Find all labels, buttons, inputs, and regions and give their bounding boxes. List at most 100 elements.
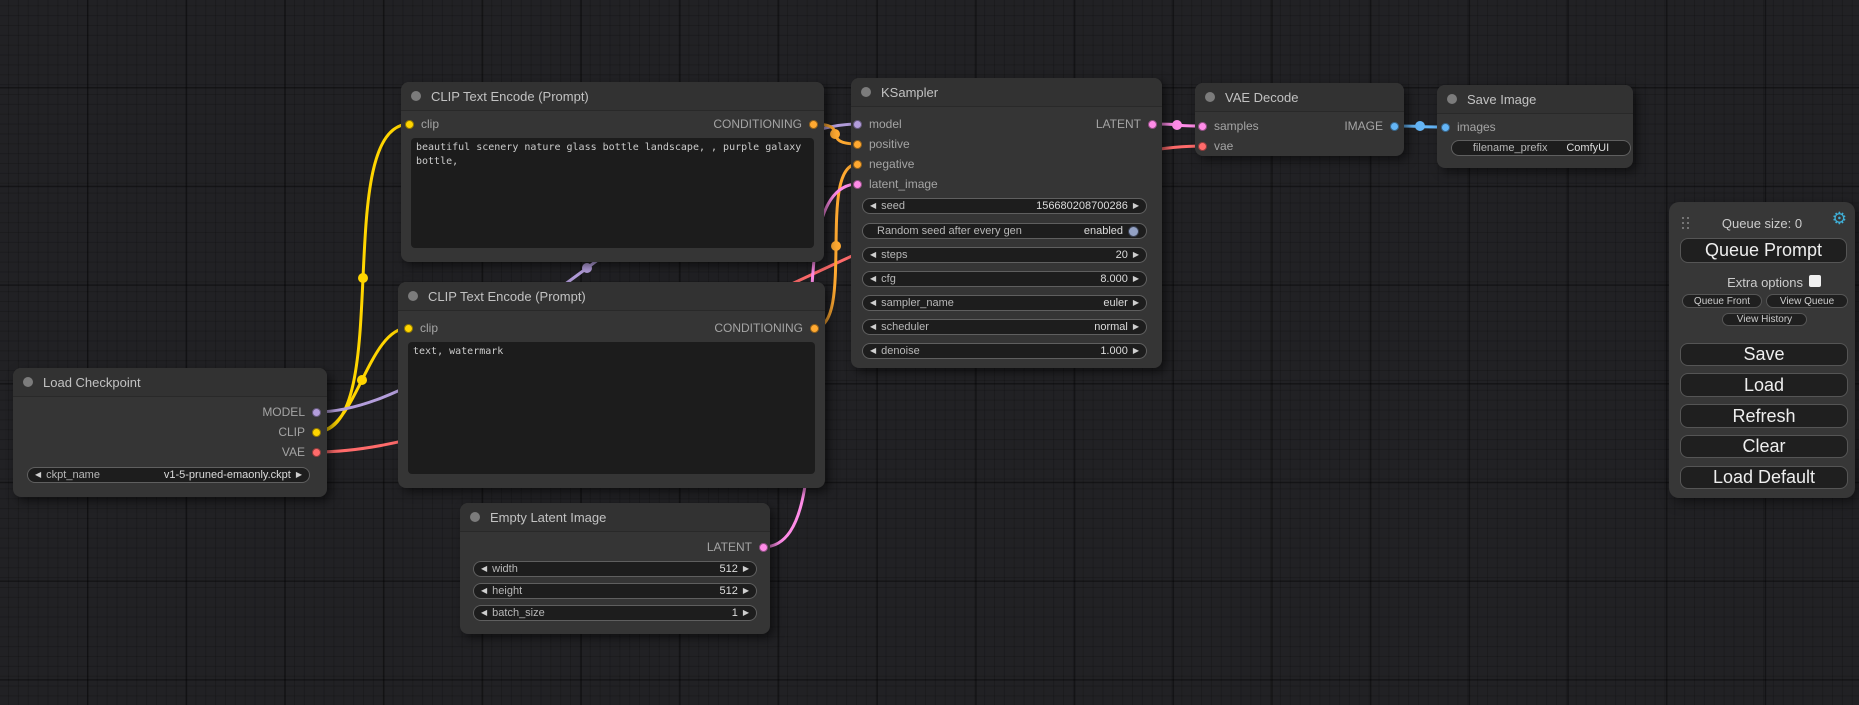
collapse-dot-icon[interactable] bbox=[861, 87, 871, 97]
slot-dot-clip[interactable] bbox=[404, 324, 413, 333]
stepper-right-icon[interactable]: ▶ bbox=[1133, 202, 1139, 210]
stepper-left-icon[interactable]: ◀ bbox=[870, 202, 876, 210]
input-slot-negative[interactable]: negative bbox=[853, 157, 914, 171]
positive-prompt-textarea[interactable]: beautiful scenery nature glass bottle la… bbox=[411, 138, 814, 248]
negative-prompt-textarea[interactable]: text, watermark bbox=[408, 342, 815, 474]
node-titlebar[interactable]: VAE Decode bbox=[1195, 83, 1404, 112]
collapse-dot-icon[interactable] bbox=[411, 91, 421, 101]
slot-dot-conditioning[interactable] bbox=[853, 140, 862, 149]
random-seed-toggle[interactable]: Random seed after every gen enabled bbox=[862, 223, 1147, 239]
scheduler-combo[interactable]: ◀ scheduler normal ▶ bbox=[862, 319, 1147, 335]
stepper-left-icon[interactable]: ◀ bbox=[481, 565, 487, 573]
stepper-right-icon[interactable]: ▶ bbox=[1133, 251, 1139, 259]
node-titlebar[interactable]: Save Image bbox=[1437, 85, 1633, 114]
collapse-dot-icon[interactable] bbox=[1205, 92, 1215, 102]
stepper-left-icon[interactable]: ◀ bbox=[870, 275, 876, 283]
output-slot-latent[interactable]: LATENT bbox=[707, 540, 768, 554]
slot-dot-conditioning[interactable] bbox=[853, 160, 862, 169]
output-slot-image[interactable]: IMAGE bbox=[1344, 119, 1399, 133]
stepper-left-icon[interactable]: ◀ bbox=[870, 299, 876, 307]
input-slot-positive[interactable]: positive bbox=[853, 137, 910, 151]
filename-prefix-field[interactable]: filename_prefix ComfyUI bbox=[1451, 140, 1631, 156]
batch-size-stepper[interactable]: ◀ batch_size 1 ▶ bbox=[473, 605, 757, 621]
output-slot-latent[interactable]: LATENT bbox=[1096, 117, 1157, 131]
height-stepper[interactable]: ◀ height 512 ▶ bbox=[473, 583, 757, 599]
sampler-name-combo[interactable]: ◀ sampler_name euler ▶ bbox=[862, 295, 1147, 311]
node-vae-decode[interactable]: VAE Decode samples vae IMAGE bbox=[1195, 83, 1404, 156]
slot-dot-image[interactable] bbox=[1390, 122, 1399, 131]
node-clip-text-encode-positive[interactable]: CLIP Text Encode (Prompt) clip CONDITION… bbox=[401, 82, 824, 262]
width-stepper[interactable]: ◀ width 512 ▶ bbox=[473, 561, 757, 577]
stepper-right-icon[interactable]: ▶ bbox=[296, 471, 302, 479]
output-slot-conditioning[interactable]: CONDITIONING bbox=[713, 117, 818, 131]
comfyui-canvas[interactable]: { "slot_colors": { "model": "#b39ddb", "… bbox=[0, 0, 1859, 705]
view-history-button[interactable]: View History bbox=[1722, 313, 1807, 326]
input-slot-clip[interactable]: clip bbox=[405, 117, 439, 131]
save-button[interactable]: Save bbox=[1680, 343, 1848, 366]
seed-stepper[interactable]: ◀ seed 156680208700286 ▶ bbox=[862, 198, 1147, 214]
slot-dot-clip[interactable] bbox=[405, 120, 414, 129]
output-slot-vae[interactable]: VAE bbox=[282, 445, 321, 459]
denoise-stepper[interactable]: ◀ denoise 1.000 ▶ bbox=[862, 343, 1147, 359]
slot-dot-latent[interactable] bbox=[1198, 122, 1207, 131]
stepper-left-icon[interactable]: ◀ bbox=[870, 347, 876, 355]
extra-options-checkbox[interactable] bbox=[1809, 275, 1821, 287]
node-titlebar[interactable]: KSampler bbox=[851, 78, 1162, 107]
load-button[interactable]: Load bbox=[1680, 373, 1848, 397]
node-ksampler[interactable]: KSampler model positive negative latent_… bbox=[851, 78, 1162, 368]
output-slot-model[interactable]: MODEL bbox=[262, 405, 321, 419]
queue-front-button[interactable]: Queue Front bbox=[1682, 294, 1762, 308]
ckpt-name-combo[interactable]: ◀ ckpt_name v1-5-pruned-emaonly.ckpt ▶ bbox=[27, 467, 310, 483]
slot-dot-conditioning[interactable] bbox=[810, 324, 819, 333]
slot-dot-vae[interactable] bbox=[312, 448, 321, 457]
output-slot-conditioning[interactable]: CONDITIONING bbox=[714, 321, 819, 335]
input-slot-vae[interactable]: vae bbox=[1198, 139, 1233, 153]
slot-dot-conditioning[interactable] bbox=[809, 120, 818, 129]
stepper-right-icon[interactable]: ▶ bbox=[743, 587, 749, 595]
stepper-right-icon[interactable]: ▶ bbox=[1133, 299, 1139, 307]
node-save-image[interactable]: Save Image images filename_prefix ComfyU… bbox=[1437, 85, 1633, 168]
node-titlebar[interactable]: CLIP Text Encode (Prompt) bbox=[398, 282, 825, 311]
toggle-knob[interactable] bbox=[1128, 226, 1139, 237]
slot-dot-latent[interactable] bbox=[759, 543, 768, 552]
node-load-checkpoint[interactable]: Load Checkpoint MODEL CLIP VAE ◀ ckpt_na… bbox=[13, 368, 327, 497]
slot-dot-latent[interactable] bbox=[853, 180, 862, 189]
input-slot-latent-image[interactable]: latent_image bbox=[853, 177, 938, 191]
stepper-left-icon[interactable]: ◀ bbox=[870, 251, 876, 259]
collapse-dot-icon[interactable] bbox=[1447, 94, 1457, 104]
clear-button[interactable]: Clear bbox=[1680, 435, 1848, 458]
view-queue-button[interactable]: View Queue bbox=[1766, 294, 1848, 308]
node-titlebar[interactable]: Empty Latent Image bbox=[460, 503, 770, 532]
stepper-right-icon[interactable]: ▶ bbox=[1133, 323, 1139, 331]
refresh-button[interactable]: Refresh bbox=[1680, 404, 1848, 428]
slot-dot-latent[interactable] bbox=[1148, 120, 1157, 129]
queue-panel[interactable]: Queue size: 0 ⚙ Queue Prompt Extra optio… bbox=[1669, 202, 1855, 498]
stepper-right-icon[interactable]: ▶ bbox=[1133, 347, 1139, 355]
input-slot-model[interactable]: model bbox=[853, 117, 902, 131]
slot-dot-model[interactable] bbox=[312, 408, 321, 417]
node-titlebar[interactable]: CLIP Text Encode (Prompt) bbox=[401, 82, 824, 111]
stepper-right-icon[interactable]: ▶ bbox=[743, 609, 749, 617]
input-slot-samples[interactable]: samples bbox=[1198, 119, 1259, 133]
stepper-left-icon[interactable]: ◀ bbox=[481, 609, 487, 617]
slot-dot-vae[interactable] bbox=[1198, 142, 1207, 151]
input-slot-images[interactable]: images bbox=[1441, 120, 1496, 134]
collapse-dot-icon[interactable] bbox=[23, 377, 33, 387]
cfg-stepper[interactable]: ◀ cfg 8.000 ▶ bbox=[862, 271, 1147, 287]
slot-dot-model[interactable] bbox=[853, 120, 862, 129]
stepper-right-icon[interactable]: ▶ bbox=[1133, 275, 1139, 283]
stepper-right-icon[interactable]: ▶ bbox=[743, 565, 749, 573]
stepper-left-icon[interactable]: ◀ bbox=[870, 323, 876, 331]
node-titlebar[interactable]: Load Checkpoint bbox=[13, 368, 327, 397]
slot-dot-clip[interactable] bbox=[312, 428, 321, 437]
load-default-button[interactable]: Load Default bbox=[1680, 466, 1848, 489]
steps-stepper[interactable]: ◀ steps 20 ▶ bbox=[862, 247, 1147, 263]
settings-gear-icon[interactable]: ⚙ bbox=[1832, 210, 1847, 227]
stepper-left-icon[interactable]: ◀ bbox=[481, 587, 487, 595]
collapse-dot-icon[interactable] bbox=[470, 512, 480, 522]
output-slot-clip[interactable]: CLIP bbox=[278, 425, 321, 439]
node-clip-text-encode-negative[interactable]: CLIP Text Encode (Prompt) clip CONDITION… bbox=[398, 282, 825, 488]
node-empty-latent-image[interactable]: Empty Latent Image LATENT ◀ width 512 ▶ … bbox=[460, 503, 770, 634]
slot-dot-image[interactable] bbox=[1441, 123, 1450, 132]
queue-prompt-button[interactable]: Queue Prompt bbox=[1680, 238, 1847, 263]
